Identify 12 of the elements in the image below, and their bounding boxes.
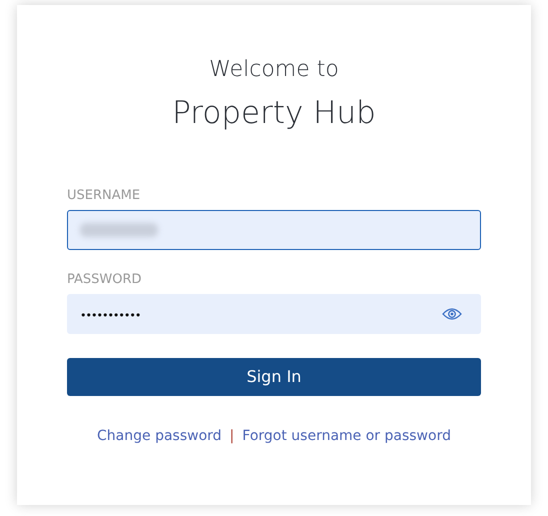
- field-label: PASSWORD: [67, 272, 142, 286]
- masked-password: •••••••••••: [80, 308, 140, 322]
- change-password-link[interactable]: Change password: [97, 426, 222, 446]
- password-field[interactable]: •••••••••••: [67, 294, 481, 334]
- eye-icon[interactable]: [442, 306, 462, 320]
- welcome-text: Welcome to: [209, 56, 339, 84]
- sign-in-button[interactable]: Sign In: [67, 358, 481, 396]
- field-label: USERNAME: [67, 188, 140, 202]
- username-field[interactable]: [67, 210, 481, 250]
- forgot-credentials-link[interactable]: Forgot username or password: [242, 426, 451, 446]
- app-title: Property Hub: [172, 94, 376, 133]
- link-separator: |: [230, 426, 234, 446]
